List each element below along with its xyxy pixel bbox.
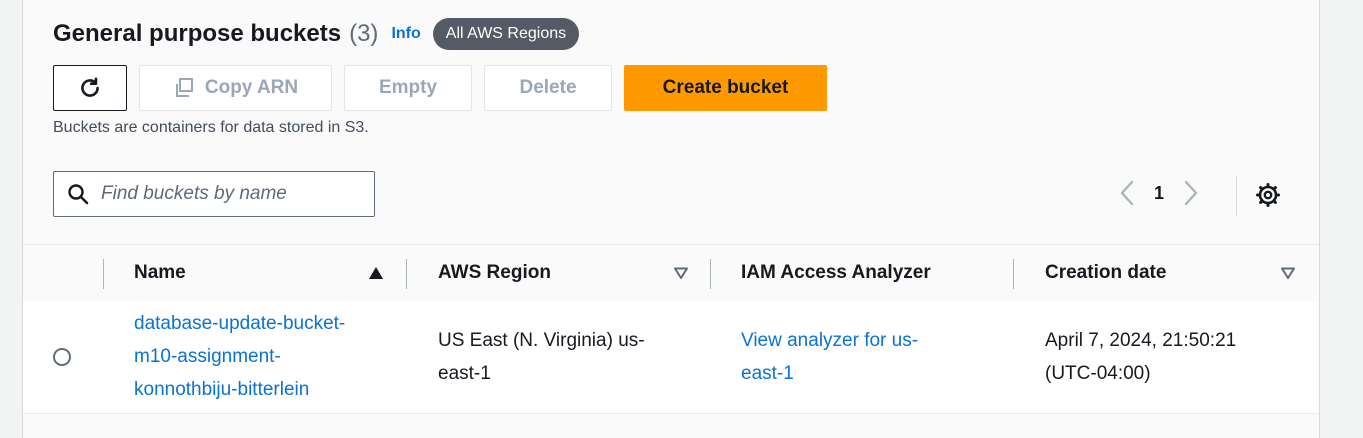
empty-button[interactable]: Empty [344, 65, 472, 111]
refresh-icon [77, 75, 103, 101]
bucket-name-line: konnothbiju-bitterlein [134, 379, 310, 400]
column-header-creation-date[interactable]: Creation date [1045, 245, 1166, 301]
row-select-radio[interactable] [53, 348, 71, 366]
sort-ascending-icon[interactable] [368, 266, 384, 280]
bucket-name-link[interactable]: database-update-bucket- m10-assignment- … [134, 307, 345, 406]
region-line: east-1 [438, 363, 491, 384]
creation-date-line: (UTC-04:00) [1045, 363, 1151, 384]
column-divider [710, 259, 711, 289]
chevron-right-icon[interactable] [1179, 179, 1203, 207]
analyzer-line: View analyzer for us- [741, 330, 919, 351]
column-header-name[interactable]: Name [134, 245, 186, 301]
region-cell: US East (N. Virginia) us- east-1 [438, 324, 645, 390]
bucket-name-line: database-update-bucket- [134, 313, 346, 334]
analyzer-line: east-1 [741, 363, 794, 384]
search-field[interactable] [53, 171, 375, 217]
sort-descending-icon[interactable] [1280, 266, 1296, 280]
pager-divider [1236, 176, 1237, 216]
creation-date-cell: April 7, 2024, 21:50:21 (UTC-04:00) [1045, 324, 1236, 390]
table-row: database-update-bucket- m10-assignment- … [23, 301, 1319, 414]
table-header: Name AWS Region IAM Access Analyzer Crea… [23, 244, 1319, 302]
search-icon [67, 183, 89, 205]
region-filter-badge[interactable]: All AWS Regions [432, 18, 580, 50]
copy-arn-button[interactable]: Copy ARN [139, 65, 332, 111]
bucket-count: (3) [349, 20, 379, 47]
search-input[interactable] [99, 182, 363, 206]
buckets-panel: General purpose buckets (3) Info All AWS… [22, 0, 1320, 438]
copy-icon [173, 77, 195, 99]
page-title: General purpose buckets [53, 20, 342, 47]
column-divider [1013, 259, 1014, 289]
region-line: US East (N. Virginia) us- [438, 330, 645, 351]
pagination: 1 [1115, 179, 1203, 207]
create-bucket-button[interactable]: Create bucket [624, 65, 827, 111]
panel-header: General purpose buckets (3) Info All AWS… [53, 18, 580, 50]
page-number[interactable]: 1 [1139, 183, 1179, 204]
creation-date-line: April 7, 2024, 21:50:21 [1045, 330, 1237, 351]
refresh-button[interactable] [53, 65, 127, 111]
delete-button[interactable]: Delete [484, 65, 612, 111]
column-divider [406, 259, 407, 289]
view-analyzer-link[interactable]: View analyzer for us- east-1 [741, 324, 918, 390]
gear-icon[interactable] [1255, 182, 1281, 208]
info-link[interactable]: Info [391, 25, 420, 43]
panel-description: Buckets are containers for data stored i… [53, 119, 369, 136]
column-header-region[interactable]: AWS Region [438, 245, 551, 301]
column-divider [103, 259, 104, 289]
sort-descending-icon[interactable] [673, 266, 689, 280]
column-header-analyzer[interactable]: IAM Access Analyzer [741, 245, 931, 301]
chevron-left-icon[interactable] [1115, 179, 1139, 207]
bucket-name-line: m10-assignment- [134, 346, 281, 367]
copy-arn-label: Copy ARN [204, 77, 299, 98]
